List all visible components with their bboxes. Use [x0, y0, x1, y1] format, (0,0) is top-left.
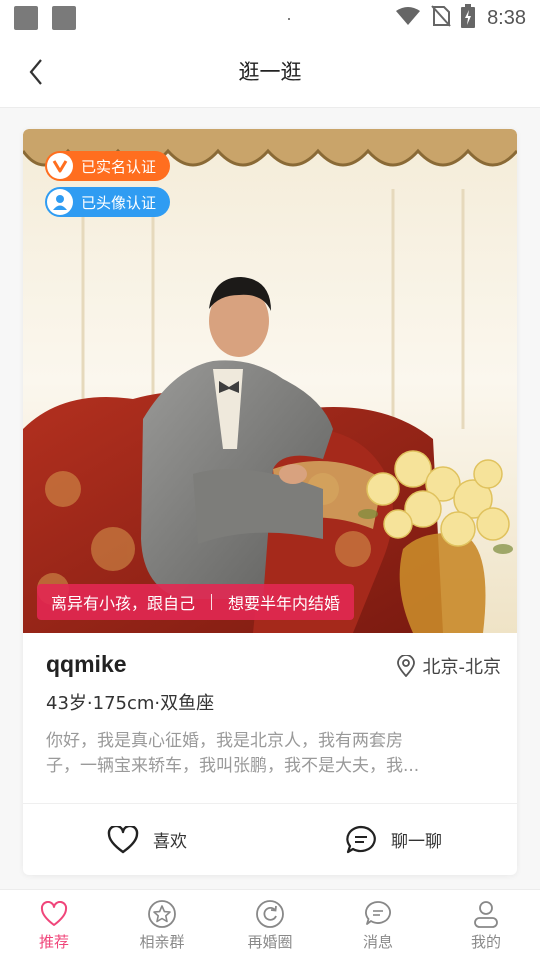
profile-tags: 离异有小孩，跟自己 想要半年内结婚 — [37, 584, 355, 620]
tab-label: 我的 — [470, 933, 501, 951]
chat-bubble-icon — [363, 899, 393, 929]
page-title: 逛一逛 — [238, 60, 302, 84]
intro-line: 子，一辆宝来轿车，我叫张鹏，我不是大夫，我... — [46, 756, 420, 776]
profile-photo[interactable]: 已实名认证 已头像认证 离异有小孩，跟自己 想要半年内结婚 — [23, 129, 517, 633]
tab-matchmaking-group[interactable]: 相亲群 — [108, 890, 216, 960]
chat-label: 聊一聊 — [391, 832, 442, 852]
intro-text: 你好，我是真心征婚，我是北京人，我有两套房 子，一辆宝来轿车，我叫张鹏，我不是大… — [46, 729, 496, 779]
tab-messages[interactable]: 消息 — [324, 890, 432, 960]
heart-icon — [40, 899, 68, 929]
profile-card[interactable]: 已实名认证 已头像认证 离异有小孩，跟自己 想要半年内结婚 qqmike 北京-… — [23, 129, 517, 875]
intro-line: 你好，我是真心征婚，我是北京人，我有两套房 — [46, 731, 403, 751]
location-text: 北京-北京 — [422, 657, 502, 678]
person-icon — [47, 189, 73, 215]
tab-label: 再婚圈 — [247, 933, 293, 951]
basic-info: 43岁·175cm·双鱼座 — [46, 693, 215, 714]
bottom-tab-bar: 推荐 相亲群 再婚圈 消息 我的 — [0, 889, 540, 960]
username: qqmike — [46, 651, 127, 677]
status-time: 8:38 — [487, 6, 526, 29]
battery-charging-icon — [461, 4, 476, 32]
notification-icon — [14, 6, 38, 30]
real-name-verified-badge: 已实名认证 — [45, 151, 171, 181]
tab-me[interactable]: 我的 — [432, 890, 540, 960]
star-circle-icon — [147, 899, 177, 929]
chat-button[interactable]: 聊一聊 — [345, 804, 442, 875]
status-bar: 8:38 — [0, 0, 540, 36]
notification-icon — [52, 6, 76, 30]
badge-label: 已实名认证 — [81, 157, 157, 176]
no-sim-icon — [431, 5, 451, 31]
location-pin-icon — [396, 655, 415, 677]
tab-label: 消息 — [362, 933, 393, 951]
tab-recommend[interactable]: 推荐 — [0, 890, 108, 960]
like-label: 喜欢 — [153, 832, 187, 852]
tab-label: 推荐 — [38, 933, 69, 951]
verified-v-icon — [47, 153, 73, 179]
refresh-circle-icon — [255, 899, 285, 929]
person-icon — [471, 899, 501, 929]
divider — [23, 803, 517, 804]
location: 北京-北京 — [396, 653, 502, 679]
like-button[interactable]: 喜欢 — [107, 804, 187, 875]
wifi-icon — [395, 6, 421, 30]
chat-bubble-icon — [345, 825, 377, 855]
tab-remarriage-circle[interactable]: 再婚圈 — [216, 890, 324, 960]
tag-marital-status: 离异有小孩，跟自己 — [51, 594, 196, 613]
avatar-verified-badge: 已头像认证 — [45, 187, 171, 217]
nav-bar: 逛一逛 — [0, 36, 540, 108]
tag-separator — [211, 594, 213, 610]
status-dot — [288, 18, 290, 20]
badge-label: 已头像认证 — [81, 193, 157, 212]
status-icons: 8:38 — [395, 0, 526, 36]
tab-label: 相亲群 — [139, 933, 185, 951]
tag-marriage-plan: 想要半年内结婚 — [228, 594, 341, 613]
heart-outline-icon — [107, 825, 139, 854]
